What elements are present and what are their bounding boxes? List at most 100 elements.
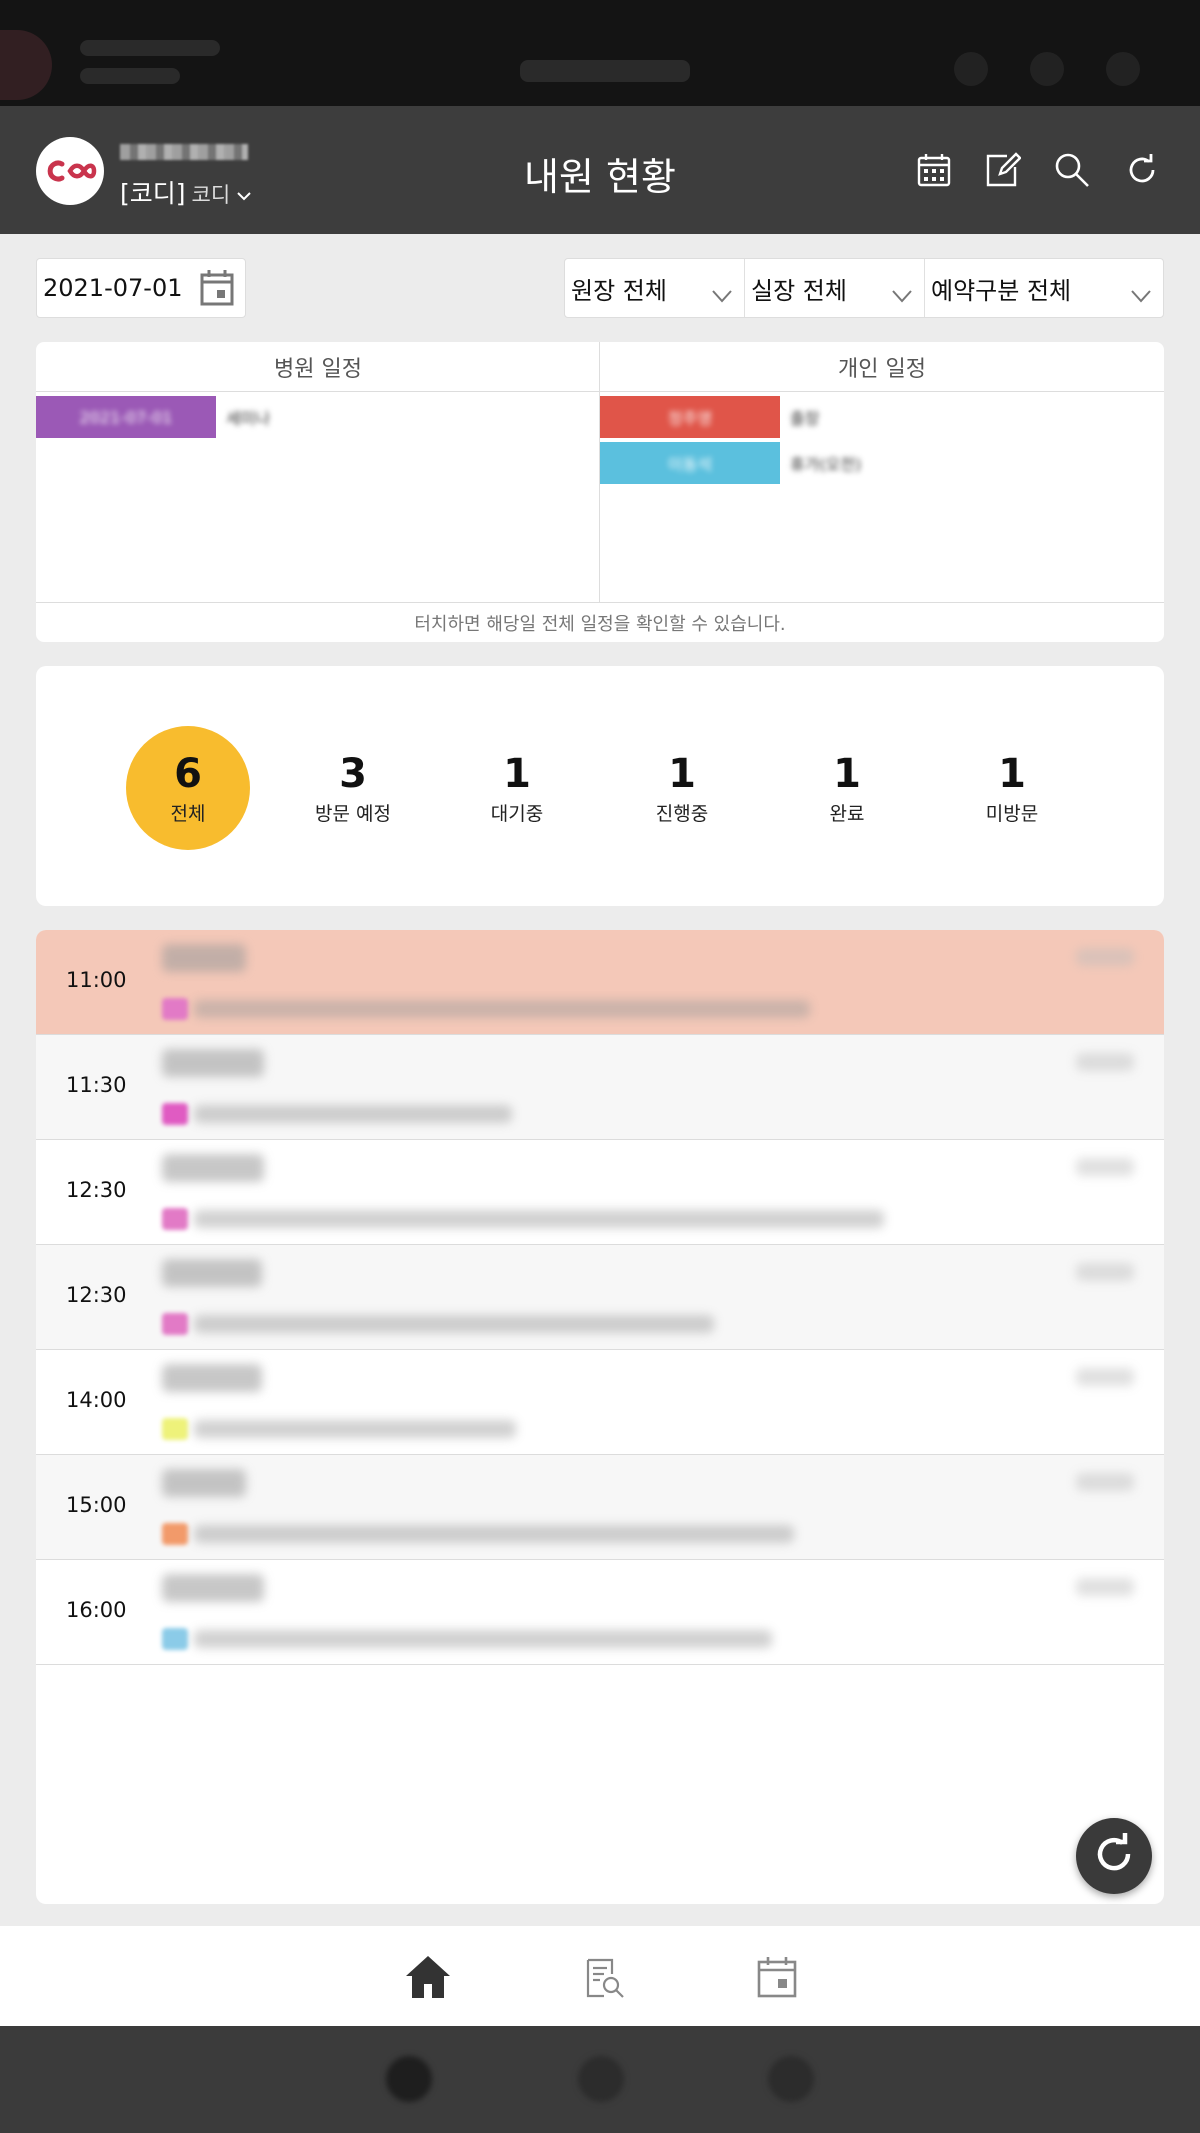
appointment-detail-blurred	[194, 1105, 512, 1123]
stat-count: 1	[833, 750, 861, 797]
user-selector[interactable]: [코디] 코디	[120, 174, 252, 210]
appointment-detail-blurred	[194, 1315, 714, 1333]
date-picker[interactable]: 2021-07-01	[36, 258, 246, 318]
patient-name-blurred	[162, 1154, 264, 1182]
nav-calendar[interactable]	[752, 1954, 802, 2004]
appointment-time: 11:30	[66, 1073, 127, 1097]
visit-stats: 6 전체 3 방문 예정 1 대기중 1 진행중 1 완료 1 미방문	[36, 666, 1164, 906]
user-id-blurred	[120, 144, 248, 160]
stat-waiting[interactable]: 1 대기중	[455, 726, 579, 850]
background-title	[520, 60, 690, 82]
system-top-bar	[0, 0, 1200, 106]
appointment-type-tag	[162, 1208, 188, 1230]
stat-scheduled[interactable]: 3 방문 예정	[291, 726, 415, 850]
hospital-event-badge[interactable]: 2021-07-01	[36, 396, 216, 438]
system-bottom-bar	[0, 2026, 1200, 2133]
personal-event-label: 출장	[790, 409, 820, 428]
schedule-panel[interactable]: 병원 일정 개인 일정 2021-07-01 세미나 정주영 출장 이동석 휴가…	[36, 342, 1164, 642]
background-icon	[1106, 52, 1140, 86]
appointment-meta-blurred	[1076, 1158, 1134, 1176]
appointment-time: 12:30	[66, 1178, 127, 1202]
appointment-type-tag	[162, 1103, 188, 1125]
stat-label: 방문 예정	[315, 802, 391, 825]
stat-label: 대기중	[490, 802, 544, 825]
personal-schedule-header: 개인 일정	[600, 342, 1164, 392]
appointment-detail-blurred	[194, 1210, 884, 1228]
appointment-meta-blurred	[1076, 1053, 1134, 1071]
appointment-type-tag	[162, 1628, 188, 1650]
appointment-meta-blurred	[1076, 1578, 1134, 1596]
appointment-row[interactable]: 11:30	[36, 1035, 1164, 1140]
calendar-icon[interactable]	[912, 148, 956, 192]
background-icon	[578, 2056, 624, 2102]
stat-completed[interactable]: 1 완료	[785, 726, 909, 850]
appointment-detail-blurred	[194, 1630, 772, 1648]
appointment-detail-blurred	[194, 1525, 794, 1543]
appointment-meta-blurred	[1076, 1263, 1134, 1281]
stat-all[interactable]: 6 전체	[126, 726, 250, 850]
appointment-row[interactable]: 11:00	[36, 930, 1164, 1035]
app-header: [코디] 코디 내원 현황	[0, 106, 1200, 234]
user-name: [코디]	[120, 179, 186, 208]
search-document-icon	[580, 1954, 626, 2004]
appointment-type-tag	[162, 1523, 188, 1545]
appointment-meta-blurred	[1076, 948, 1134, 966]
reservation-type-select[interactable]: 예약구분 전체	[925, 259, 1163, 317]
appointment-row[interactable]: 12:30	[36, 1140, 1164, 1245]
director-select[interactable]: 원장 전체	[565, 259, 745, 317]
appointment-type-tag	[162, 1418, 188, 1440]
personal-event-badge[interactable]: 정주영	[600, 396, 780, 438]
appointment-row[interactable]: 16:00	[36, 1560, 1164, 1665]
background-icon	[386, 2056, 432, 2102]
stat-label: 미방문	[985, 802, 1039, 825]
stat-count: 1	[668, 750, 696, 797]
chevron-down-icon	[236, 179, 252, 208]
date-value: 2021-07-01	[43, 274, 183, 302]
background-text	[80, 68, 180, 84]
stat-count: 1	[998, 750, 1026, 797]
stat-in-progress[interactable]: 1 진행중	[620, 726, 744, 850]
refresh-icon[interactable]	[1120, 148, 1164, 192]
appointment-row[interactable]: 14:00	[36, 1350, 1164, 1455]
edit-icon[interactable]	[980, 148, 1024, 192]
nav-search-records[interactable]	[578, 1954, 628, 2004]
patient-name-blurred	[162, 1049, 264, 1077]
bottom-navigation	[0, 1926, 1200, 2026]
appointment-type-tag	[162, 998, 188, 1020]
appointment-type-tag	[162, 1313, 188, 1335]
stat-count: 1	[503, 750, 531, 797]
nav-home[interactable]	[403, 1954, 453, 2004]
user-role: 코디	[191, 183, 231, 207]
appointment-time: 11:00	[66, 968, 127, 992]
filter-bar: 원장 전체 실장 전체 예약구분 전체	[564, 258, 1164, 318]
stat-label: 진행중	[655, 802, 709, 825]
calendar-icon[interactable]	[199, 269, 235, 313]
appointment-time: 12:30	[66, 1283, 127, 1307]
appointment-row[interactable]: 12:30	[36, 1245, 1164, 1350]
personal-event-badge[interactable]: 이동석	[600, 442, 780, 484]
appointment-time: 15:00	[66, 1493, 127, 1517]
appointment-list: 11:00 11:30 12:30 12:30 14:00 15:00 16:0…	[36, 930, 1164, 1904]
refresh-fab-button[interactable]	[1076, 1818, 1152, 1894]
appointment-detail-blurred	[194, 1000, 810, 1018]
search-icon[interactable]	[1050, 148, 1094, 192]
schedule-hint: 터치하면 해당일 전체 일정을 확인할 수 있습니다.	[36, 602, 1164, 642]
director-select-value: 원장 전체	[571, 276, 667, 305]
stat-label: 전체	[170, 802, 206, 825]
patient-name-blurred	[162, 1364, 262, 1392]
background-icon	[1030, 52, 1064, 86]
appointment-meta-blurred	[1076, 1368, 1134, 1386]
stat-count: 3	[339, 750, 367, 797]
manager-select-value: 실장 전체	[751, 276, 847, 305]
hospital-schedule-header: 병원 일정	[36, 342, 600, 392]
background-text	[80, 40, 220, 56]
background-icon	[954, 52, 988, 86]
personal-event-label: 휴가(오전)	[790, 455, 862, 474]
chevron-down-icon	[892, 281, 912, 309]
appointment-row[interactable]: 15:00	[36, 1455, 1164, 1560]
stat-no-show[interactable]: 1 미방문	[950, 726, 1074, 850]
manager-select[interactable]: 실장 전체	[745, 259, 925, 317]
hospital-event-label: 세미나	[226, 409, 271, 428]
patient-name-blurred	[162, 1259, 262, 1287]
reservation-type-value: 예약구분 전체	[931, 276, 1072, 305]
